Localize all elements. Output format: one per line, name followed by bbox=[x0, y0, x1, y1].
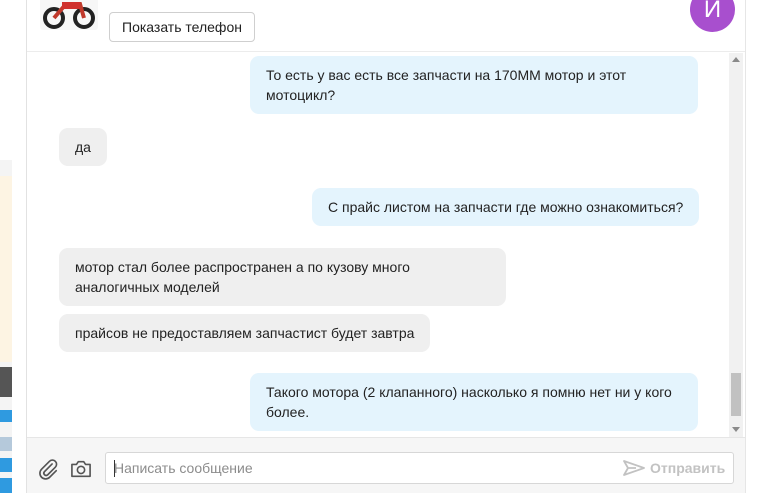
message-input-box: Отправить bbox=[105, 452, 734, 484]
listing-thumbnail[interactable] bbox=[40, 0, 98, 30]
text-caret bbox=[114, 460, 115, 477]
chat-header: Показать телефон И bbox=[27, 0, 745, 52]
send-button[interactable]: Отправить bbox=[622, 453, 725, 483]
message-incoming: мотор стал более распространен а по кузо… bbox=[59, 248, 506, 306]
message-scrollbar[interactable] bbox=[729, 53, 743, 437]
right-panel-edge bbox=[745, 0, 757, 493]
message-outgoing: С прайс листом на запчасти где можно озн… bbox=[312, 188, 700, 226]
message-line: То есть у вас есть все запчасти на 170MM… bbox=[266, 67, 627, 83]
message-line: да bbox=[75, 139, 91, 155]
send-icon bbox=[623, 460, 645, 476]
message-outgoing: Такого мотора (2 клапанного) насколько я… bbox=[250, 373, 698, 431]
message-line: аналогичных моделей bbox=[75, 279, 220, 295]
show-phone-button[interactable]: Показать телефон bbox=[109, 12, 255, 42]
message-line: С прайс листом на запчасти где можно озн… bbox=[328, 199, 684, 215]
scroll-up-arrow-icon[interactable] bbox=[732, 57, 740, 62]
message-composer: Отправить bbox=[27, 437, 745, 493]
message-outgoing: То есть у вас есть все запчасти на 170MM… bbox=[250, 56, 698, 114]
scrollbar-thumb[interactable] bbox=[731, 373, 741, 416]
avatar[interactable]: И bbox=[690, 0, 735, 32]
scroll-down-arrow-icon[interactable] bbox=[732, 427, 740, 432]
message-line: более. bbox=[266, 404, 310, 420]
camera-icon[interactable] bbox=[70, 459, 92, 479]
message-list: То есть у вас есть все запчасти на 170MM… bbox=[27, 53, 729, 437]
message-incoming: да bbox=[59, 128, 107, 166]
paperclip-icon[interactable] bbox=[37, 458, 59, 480]
message-line: мотор стал более распространен а по кузо… bbox=[75, 259, 410, 275]
message-line: мотоцикл? bbox=[266, 87, 336, 103]
motorcycle-icon bbox=[43, 2, 95, 29]
page: Показать телефон И То есть у вас есть вс… bbox=[0, 0, 757, 493]
message-incoming: прайсов не предоставляем запчастист буде… bbox=[59, 314, 431, 352]
send-label: Отправить bbox=[650, 460, 726, 476]
background-page-strip bbox=[0, 0, 12, 493]
message-input[interactable] bbox=[114, 453, 604, 483]
message-line: Такого мотора (2 клапанного) насколько я… bbox=[266, 384, 672, 400]
chat-window: Показать телефон И То есть у вас есть вс… bbox=[27, 0, 745, 493]
message-line: прайсов не предоставляем запчастист буде… bbox=[75, 325, 415, 341]
